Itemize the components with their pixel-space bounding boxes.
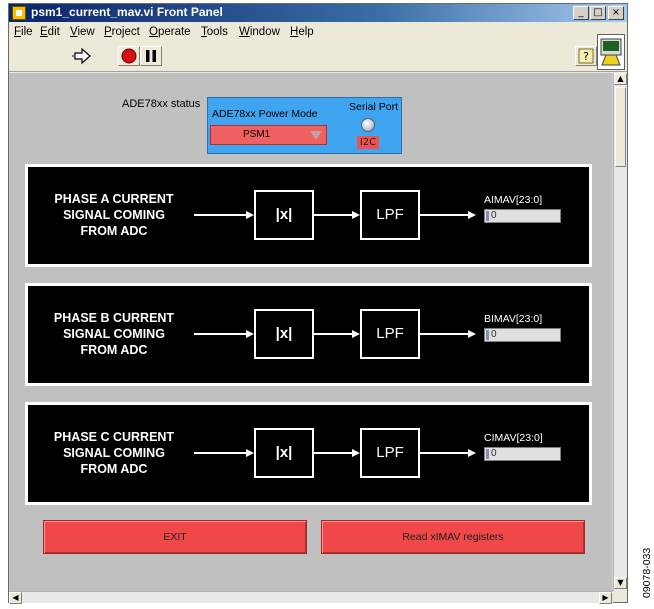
menu-operate[interactable]: Operate (149, 26, 191, 38)
serial-port-label: Serial Port (349, 101, 399, 113)
power-mode-value: PSM1 (243, 129, 271, 140)
serial-port-led-icon (361, 118, 375, 132)
serial-port-value: I2C (357, 136, 379, 149)
phase-c-register-label: CIMAV[23:0] (484, 432, 543, 444)
menu-bar: File Edit View Project Operate Tools Win… (9, 22, 627, 42)
help-button[interactable]: ? (575, 46, 597, 66)
phase-c-register-field[interactable]: 0 (484, 447, 561, 461)
abort-icon (121, 48, 137, 64)
phase-a-register-label: AIMAV[23:0] (484, 194, 543, 206)
close-button[interactable]: × (608, 6, 624, 20)
vertical-scrollbar[interactable]: ▲ ▼ (613, 73, 627, 591)
run-button[interactable] (71, 46, 93, 66)
labview-window: psm1_current_mav.vi Front Panel _ □ × Fi… (8, 3, 628, 604)
horizontal-scrollbar[interactable]: ◀ ▶ (9, 591, 613, 604)
figure-code: 09078-033 (641, 547, 653, 598)
power-mode-select[interactable]: PSM1 (210, 125, 327, 145)
run-arrow-icon (72, 47, 91, 65)
phase-c-abs-block: |x| (254, 428, 314, 478)
phase-a-abs-block: |x| (254, 190, 314, 240)
phase-c-block: PHASE C CURRENT SIGNAL COMING FROM ADC |… (25, 402, 592, 505)
toolbar: ? (9, 34, 627, 72)
read-registers-button[interactable]: Read xIMAV registers (321, 520, 585, 554)
phase-b-register-field[interactable]: 0 (484, 328, 561, 342)
menu-help[interactable]: Help (290, 26, 314, 38)
scroll-left-arrow-icon[interactable]: ◀ (9, 592, 22, 604)
phase-a-lpf-block: LPF (360, 190, 420, 240)
scroll-up-arrow-icon[interactable]: ▲ (614, 73, 627, 85)
menu-view[interactable]: View (70, 26, 95, 38)
scroll-right-arrow-icon[interactable]: ▶ (599, 592, 612, 604)
pause-icon (146, 50, 156, 62)
menu-edit[interactable]: Edit (40, 26, 60, 38)
svg-text:?: ? (583, 50, 589, 63)
phase-a-title: PHASE A CURRENT SIGNAL COMING FROM ADC (54, 192, 174, 238)
maximize-button[interactable]: □ (590, 6, 606, 20)
phase-b-abs-block: |x| (254, 309, 314, 359)
menu-file[interactable]: File (14, 26, 33, 38)
phase-c-title: PHASE C CURRENT SIGNAL COMING FROM ADC (53, 430, 175, 476)
vi-connector-pane[interactable] (597, 34, 625, 70)
phase-c-lpf-block: LPF (360, 428, 420, 478)
phase-a-block: PHASE A CURRENT SIGNAL COMING FROM ADC |… (25, 164, 592, 267)
scroll-down-arrow-icon[interactable]: ▼ (614, 577, 627, 589)
increment-icon (486, 449, 489, 459)
menu-window[interactable]: Window (239, 26, 280, 38)
power-mode-label: ADE78xx Power Mode (212, 108, 318, 120)
window-title: psm1_current_mav.vi Front Panel (31, 5, 223, 19)
minimize-button[interactable]: _ (573, 6, 589, 20)
phase-b-title: PHASE B CURRENT SIGNAL COMING FROM ADC (53, 311, 175, 357)
vertical-scroll-thumb[interactable] (615, 87, 626, 167)
front-panel: ADE78xx status ADE78xx Power Mode PSM1 S… (9, 73, 613, 591)
status-cluster: ADE78xx Power Mode PSM1 Serial Port I2C (207, 97, 402, 154)
dropdown-arrow-icon (310, 131, 322, 140)
menu-tools[interactable]: Tools (201, 26, 228, 38)
exit-button[interactable]: EXIT (43, 520, 307, 554)
vi-icon (600, 38, 622, 66)
phase-b-block: PHASE B CURRENT SIGNAL COMING FROM ADC |… (25, 283, 592, 386)
phase-b-lpf-block: LPF (360, 309, 420, 359)
help-icon: ? (578, 48, 594, 64)
increment-icon (486, 330, 489, 340)
status-label: ADE78xx status (122, 98, 201, 110)
labview-vi-icon (12, 6, 26, 20)
phase-b-register-label: BIMAV[23:0] (484, 313, 543, 325)
title-bar[interactable]: psm1_current_mav.vi Front Panel _ □ × (9, 4, 627, 22)
menu-project[interactable]: Project (104, 26, 140, 38)
abort-button[interactable] (118, 46, 140, 66)
increment-icon (486, 211, 489, 221)
phase-a-register-field[interactable]: 0 (484, 209, 561, 223)
pause-button[interactable] (140, 46, 162, 66)
